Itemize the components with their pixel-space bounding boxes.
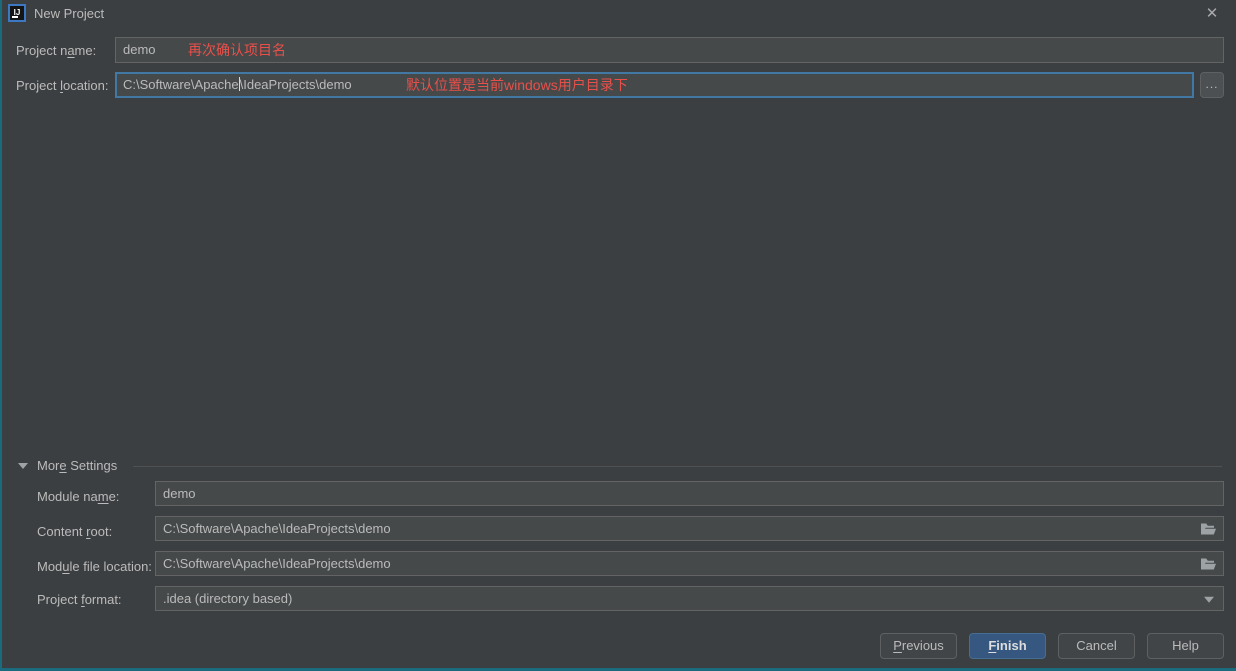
- module-name-label: Module name:: [37, 489, 120, 504]
- module-file-location-input[interactable]: C:\Software\Apache\IdeaProjects\demo: [155, 551, 1224, 576]
- help-button[interactable]: Help: [1147, 633, 1224, 659]
- title-bar: IJ New Project ✕: [2, 0, 1236, 28]
- more-settings-label: More Settings: [37, 458, 118, 473]
- project-format-select[interactable]: .idea (directory based): [155, 586, 1224, 611]
- project-name-value: demo: [123, 42, 156, 57]
- close-icon[interactable]: ✕: [1198, 0, 1226, 28]
- module-file-location-label: Module file location:: [37, 559, 152, 574]
- project-name-input[interactable]: demo 再次确认项目名: [115, 37, 1224, 63]
- project-name-label: Project name:: [16, 43, 97, 58]
- module-name-value: demo: [163, 486, 196, 501]
- content-root-input[interactable]: C:\Software\Apache\IdeaProjects\demo: [155, 516, 1224, 541]
- module-name-input[interactable]: demo: [155, 481, 1224, 506]
- new-project-dialog: IJ New Project ✕ Project name: demo 再次确认…: [0, 0, 1236, 671]
- project-location-label: Project location:: [16, 78, 109, 93]
- cancel-button[interactable]: Cancel: [1058, 633, 1135, 659]
- section-separator: [133, 466, 1222, 467]
- project-location-value-before-caret: C:\Software\Apache: [123, 77, 239, 92]
- previous-button[interactable]: Previous: [880, 633, 957, 659]
- project-location-input[interactable]: C:\Software\Apache\IdeaProjects\demo 默认位…: [115, 72, 1194, 98]
- folder-icon[interactable]: [1200, 557, 1216, 571]
- content-root-value: C:\Software\Apache\IdeaProjects\demo: [163, 521, 391, 536]
- project-format-value: .idea (directory based): [163, 591, 293, 606]
- finish-button[interactable]: Finish: [969, 633, 1046, 659]
- project-name-annotation: 再次确认项目名: [188, 42, 286, 58]
- browse-button[interactable]: ...: [1200, 72, 1224, 98]
- app-icon-underscore: [12, 16, 18, 18]
- folder-icon[interactable]: [1200, 522, 1216, 536]
- project-location-value-after-caret: \IdeaProjects\demo: [239, 77, 352, 92]
- content-root-label: Content root:: [37, 524, 113, 539]
- dropdown-arrow-icon[interactable]: [1204, 596, 1214, 603]
- project-format-label: Project format:: [37, 592, 122, 607]
- window-title: New Project: [34, 6, 105, 21]
- intellij-app-icon: IJ: [8, 4, 26, 22]
- more-settings-toggle[interactable]: More Settings: [2, 455, 1236, 477]
- project-location-annotation: 默认位置是当前windows用户目录下: [406, 77, 628, 93]
- module-file-location-value: C:\Software\Apache\IdeaProjects\demo: [163, 556, 391, 571]
- chevron-down-icon[interactable]: [18, 463, 28, 469]
